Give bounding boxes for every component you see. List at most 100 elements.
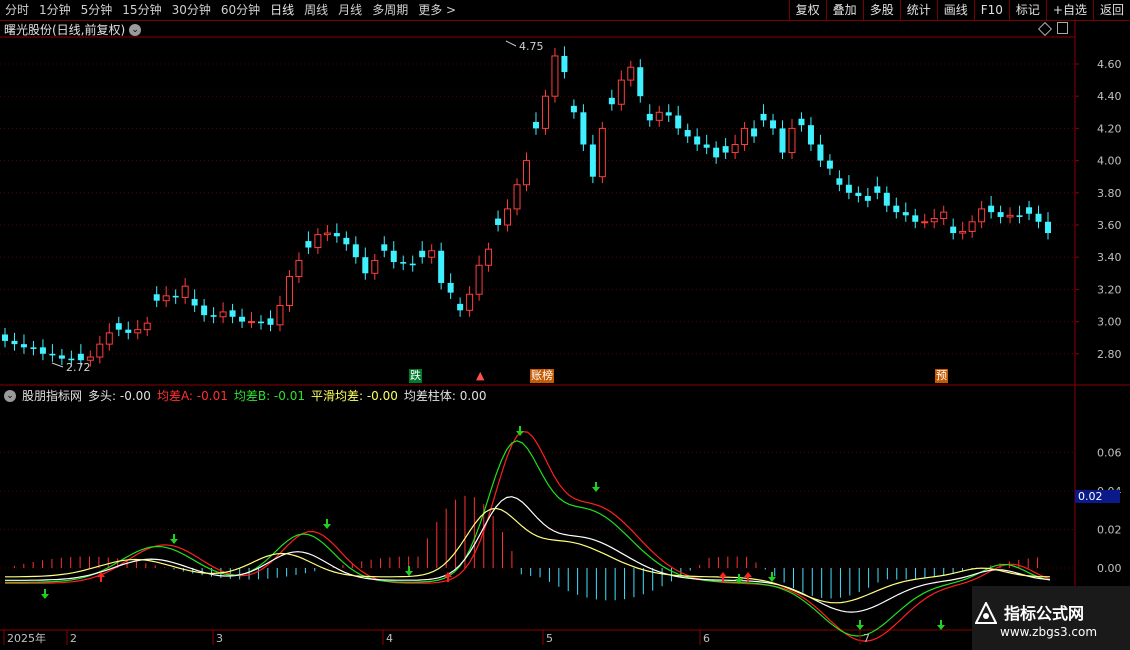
candle-body bbox=[637, 67, 644, 97]
candle-body bbox=[580, 112, 587, 145]
down-arrow-icon bbox=[937, 620, 945, 630]
candle-body bbox=[959, 230, 967, 234]
line-junchaB bbox=[5, 440, 1051, 637]
down-arrow-icon bbox=[516, 426, 524, 436]
candle-body bbox=[874, 186, 881, 193]
chevron-down-icon[interactable]: ⌄ bbox=[4, 389, 16, 402]
tag-triangle[interactable]: ▲ bbox=[475, 369, 485, 383]
indicator-name: 股朋指标网 bbox=[22, 389, 83, 403]
candle-body bbox=[504, 208, 512, 226]
candle-body bbox=[343, 237, 350, 245]
candle-body bbox=[617, 79, 625, 105]
arrow-head bbox=[592, 487, 600, 492]
candle-body bbox=[39, 347, 46, 354]
candle-body bbox=[665, 112, 672, 116]
ind-tick-label: 0.06 bbox=[1097, 447, 1122, 460]
candle-body bbox=[143, 322, 151, 331]
candle-body bbox=[295, 259, 303, 278]
candle-body bbox=[49, 353, 56, 356]
watermark-url: www.zbgs3.com bbox=[1000, 625, 1098, 639]
candle-body bbox=[400, 262, 407, 264]
high-label: 4.75 bbox=[519, 40, 544, 53]
down-arrow-icon bbox=[856, 620, 864, 630]
down-arrow-icon bbox=[405, 566, 413, 576]
candle-body bbox=[305, 241, 312, 248]
candle-body bbox=[11, 340, 18, 345]
tag-yu[interactable]: 预 bbox=[935, 369, 948, 383]
candle-body bbox=[893, 205, 900, 213]
arrow-head bbox=[323, 524, 331, 529]
candle-body bbox=[475, 264, 483, 295]
time-label: 4 bbox=[386, 632, 393, 645]
price-tick-label: 4.00 bbox=[1097, 155, 1122, 168]
candle-body bbox=[153, 294, 160, 301]
ind-tick-label: 0.02 bbox=[1097, 524, 1122, 537]
candle-body bbox=[978, 208, 986, 223]
price-tick-label: 4.40 bbox=[1097, 90, 1122, 103]
arrow-head bbox=[719, 572, 727, 577]
arrow-head bbox=[170, 539, 178, 544]
arrow-head bbox=[768, 577, 776, 582]
junchaB-value: 均差B: -0.01 bbox=[233, 389, 305, 403]
candle-body bbox=[760, 113, 767, 121]
candle-body bbox=[779, 128, 786, 153]
candle-body bbox=[513, 184, 521, 210]
candle-body bbox=[1045, 221, 1051, 234]
candle-body bbox=[352, 244, 359, 258]
candle-body bbox=[2, 334, 8, 341]
candle-body bbox=[684, 130, 691, 137]
candle-body bbox=[30, 347, 37, 349]
candle-body bbox=[68, 358, 75, 361]
candle-body bbox=[788, 127, 796, 154]
candle-body bbox=[457, 303, 464, 311]
price-tick-label: 3.20 bbox=[1097, 283, 1122, 296]
candle-body bbox=[997, 212, 1004, 217]
tag-die[interactable]: 跌 bbox=[409, 369, 422, 383]
candle-body bbox=[655, 111, 663, 121]
candle-body bbox=[447, 282, 454, 293]
candle-body bbox=[125, 329, 132, 333]
arrow-head bbox=[41, 594, 49, 599]
time-label: 7 bbox=[863, 632, 870, 645]
chart-area[interactable]: 4.60 4.40 4.20 4.00 3.80 3.60 3.40 3.20 3.00 2.80… bbox=[0, 0, 1130, 650]
arrow-head bbox=[856, 625, 864, 630]
candle-body bbox=[541, 95, 549, 129]
candle-body bbox=[390, 250, 397, 263]
candle-body bbox=[333, 233, 340, 237]
candle-body bbox=[105, 332, 113, 345]
high-leader bbox=[505, 40, 517, 47]
candle-body bbox=[1006, 214, 1014, 218]
candle-body bbox=[950, 226, 957, 234]
time-label: 3 bbox=[216, 632, 223, 645]
candle-body bbox=[864, 196, 871, 201]
candle-body bbox=[96, 343, 104, 358]
line-junchaA bbox=[5, 430, 1051, 642]
candle-body bbox=[598, 127, 606, 178]
low-leader bbox=[51, 362, 64, 368]
tag-zhangbang[interactable]: 账榜 bbox=[530, 369, 554, 383]
candle-body bbox=[181, 285, 189, 298]
candle-body bbox=[362, 257, 369, 274]
indicator-title: ⌄ 股朋指标网 多头: -0.00 均差A: -0.01 均差B: -0.01 … bbox=[4, 387, 486, 404]
candle-body bbox=[191, 299, 198, 306]
candle-body bbox=[276, 305, 284, 326]
candle-body bbox=[826, 160, 833, 169]
candle-body bbox=[930, 218, 938, 223]
down-arrow-icon bbox=[323, 519, 331, 529]
zhuti-value: 均差柱体: 0.00 bbox=[403, 389, 487, 403]
time-label: 2 bbox=[70, 632, 77, 645]
time-label: 2025年 bbox=[7, 631, 46, 645]
candle-body bbox=[172, 295, 179, 298]
low-label: 2.72 bbox=[66, 361, 91, 374]
candle-body bbox=[466, 293, 474, 311]
down-arrow-icon bbox=[592, 482, 600, 492]
price-tick-label: 3.60 bbox=[1097, 219, 1122, 232]
candle-body bbox=[229, 310, 236, 317]
candle-body bbox=[561, 55, 568, 73]
candle-body bbox=[589, 144, 596, 177]
candle-body bbox=[627, 66, 635, 81]
candle-body bbox=[219, 311, 227, 318]
candle-body bbox=[162, 295, 170, 302]
watermark-title: 指标公式网 bbox=[1004, 604, 1085, 623]
candle-body bbox=[731, 144, 739, 154]
